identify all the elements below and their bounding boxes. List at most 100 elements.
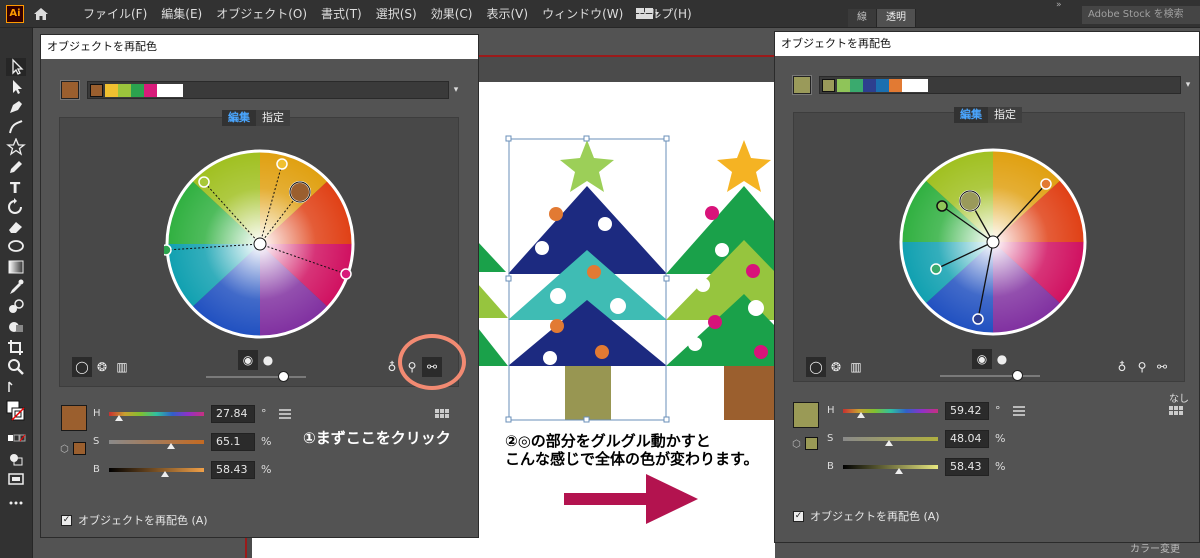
zoom-tool-icon[interactable] — [6, 358, 26, 376]
saturation-icon[interactable]: ● — [992, 349, 1012, 369]
strip-color[interactable] — [170, 83, 183, 97]
brightness-icon[interactable]: ◉ — [972, 349, 992, 369]
curvature-tool-icon[interactable] — [6, 118, 26, 136]
color-grid-icon[interactable] — [1169, 406, 1183, 416]
brightness-slider-knob[interactable] — [1012, 370, 1023, 381]
brightness-value-slider[interactable] — [843, 465, 938, 469]
strip-color[interactable] — [131, 83, 144, 97]
menu-type[interactable]: 書式(T) — [314, 0, 369, 28]
selection-tool-icon[interactable] — [6, 58, 26, 76]
brightness-slider[interactable] — [206, 376, 306, 378]
tab-edit[interactable]: 編集 — [222, 110, 256, 126]
lasso-tool-icon[interactable] — [6, 238, 26, 256]
brightness-slider-knob[interactable] — [278, 371, 289, 382]
brightness-value-slider-knob[interactable] — [895, 468, 903, 474]
strip-color[interactable] — [850, 78, 863, 92]
smooth-wheel-icon[interactable]: ◯ — [72, 357, 92, 377]
saturation-input[interactable]: 65.1 — [211, 433, 255, 451]
eyedropper-tool-icon[interactable] — [6, 278, 26, 296]
strip-color[interactable] — [105, 83, 118, 97]
brightness-input[interactable]: 58.43 — [211, 461, 255, 479]
tab-transparency[interactable]: 透明 — [877, 9, 916, 27]
fill-stroke-icon[interactable] — [6, 400, 26, 424]
color-group-strip[interactable] — [819, 76, 1181, 94]
segmented-wheel-icon[interactable]: ❂ — [92, 357, 112, 377]
saturation-input[interactable]: 48.04 — [945, 430, 989, 448]
gradient-tool-icon[interactable] — [6, 258, 26, 276]
chevron-down-icon[interactable]: ▾ — [449, 81, 463, 99]
color-bars-icon[interactable]: ▥ — [112, 357, 132, 377]
tab-edit[interactable]: 編集 — [954, 107, 988, 123]
strip-color[interactable] — [90, 83, 103, 97]
star-tool-icon[interactable] — [6, 138, 26, 156]
blend-tool-icon[interactable] — [6, 298, 26, 316]
hue-input[interactable]: 27.84 — [211, 405, 255, 423]
small-color-swatch[interactable] — [73, 442, 86, 455]
hue-slider[interactable] — [109, 412, 204, 416]
color-bars-icon[interactable]: ▥ — [846, 357, 866, 377]
saturation-slider[interactable] — [109, 440, 204, 444]
strip-color[interactable] — [889, 78, 902, 92]
small-color-swatch[interactable] — [805, 437, 818, 450]
christmas-tree-artwork[interactable] — [478, 82, 775, 432]
link-harmony-icon[interactable]: ⚯ — [1152, 357, 1172, 377]
collapse-arrows-icon[interactable]: » — [1056, 0, 1062, 10]
strip-color[interactable] — [863, 78, 876, 92]
brightness-value-slider[interactable] — [109, 468, 204, 472]
color-group-strip[interactable] — [87, 81, 449, 99]
strip-color[interactable] — [902, 78, 915, 92]
type-tool-icon[interactable]: T — [6, 178, 26, 196]
hsb-menu-icon[interactable] — [1013, 406, 1025, 416]
segmented-wheel-icon[interactable]: ❂ — [826, 357, 846, 377]
rotate-tool-icon[interactable] — [6, 198, 26, 216]
strip-color[interactable] — [144, 83, 157, 97]
menu-view[interactable]: 表示(V) — [479, 0, 535, 28]
current-color-swatch[interactable] — [61, 81, 79, 99]
current-color-swatch[interactable] — [793, 76, 811, 94]
tab-stroke[interactable]: 線 — [848, 9, 877, 27]
color-wheel[interactable] — [164, 148, 356, 340]
brightness-input[interactable]: 58.43 — [945, 458, 989, 476]
menu-window[interactable]: ウィンドウ(W) — [535, 0, 630, 28]
recolor-checkbox[interactable]: ✓ — [61, 514, 72, 526]
menu-edit[interactable]: 編集(E) — [154, 0, 209, 28]
fill-stroke-swap-icon[interactable] — [6, 378, 26, 396]
strip-color[interactable] — [118, 83, 131, 97]
color-mode-icon[interactable] — [6, 430, 26, 448]
pen-tool-icon[interactable] — [6, 98, 26, 116]
brightness-slider[interactable] — [940, 375, 1040, 377]
saturation-icon[interactable]: ● — [258, 350, 278, 370]
hsb-menu-icon[interactable] — [279, 409, 291, 419]
menu-select[interactable]: 選択(S) — [369, 0, 424, 28]
menu-file[interactable]: ファイル(F) — [76, 0, 154, 28]
draw-mode-icon[interactable] — [6, 450, 26, 468]
recolor-artwork-option[interactable]: ✓ オブジェクトを再配色 (A) — [793, 508, 940, 524]
stock-search-input[interactable]: Adobe Stock を検索 — [1082, 6, 1200, 24]
saturation-slider-knob[interactable] — [167, 443, 175, 449]
eraser-tool-icon[interactable] — [6, 218, 26, 236]
strip-color[interactable] — [876, 78, 889, 92]
home-icon[interactable] — [32, 5, 50, 23]
direct-selection-icon[interactable] — [6, 78, 26, 96]
pencil-tool-icon[interactable] — [6, 158, 26, 176]
strip-color[interactable] — [157, 83, 170, 97]
color-wheel[interactable] — [898, 147, 1088, 337]
smooth-wheel-icon[interactable]: ◯ — [806, 357, 826, 377]
menu-effect[interactable]: 効果(C) — [424, 0, 480, 28]
artboard-tool-icon[interactable] — [6, 338, 26, 356]
arrange-documents-icon[interactable] — [634, 6, 660, 22]
remove-color-icon[interactable]: ⚲ — [1132, 357, 1152, 377]
brightness-icon[interactable]: ◉ — [238, 350, 258, 370]
brightness-value-slider-knob[interactable] — [161, 471, 169, 477]
recolor-button-label[interactable]: カラー変更 — [1130, 540, 1180, 555]
strip-color[interactable] — [837, 78, 850, 92]
tab-assign[interactable]: 指定 — [256, 110, 290, 126]
tab-assign[interactable]: 指定 — [988, 107, 1022, 123]
edit-toolbar-icon[interactable] — [6, 494, 26, 512]
saturation-slider-knob[interactable] — [885, 440, 893, 446]
recolor-checkbox[interactable]: ✓ — [793, 510, 804, 522]
hue-slider-knob[interactable] — [115, 415, 123, 421]
add-color-icon[interactable]: ♁ — [1112, 357, 1132, 377]
color-grid-icon[interactable] — [435, 409, 449, 419]
shape-builder-icon[interactable] — [6, 318, 26, 336]
